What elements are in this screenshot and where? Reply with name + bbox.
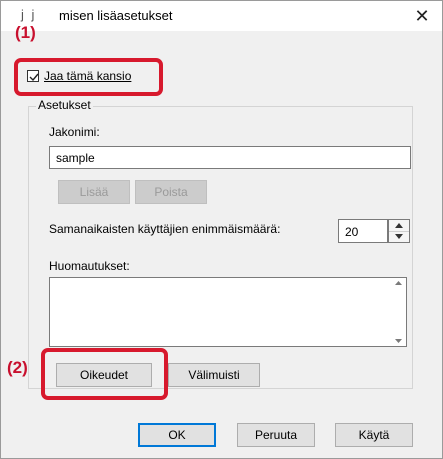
notes-label: Huomautukset: (49, 259, 130, 273)
max-users-spinner[interactable] (388, 219, 410, 243)
cache-button[interactable]: Välimuisti (168, 363, 260, 387)
settings-group-legend: Asetukset (36, 98, 93, 112)
close-icon[interactable]: ✕ (410, 4, 434, 28)
permissions-button[interactable]: Oikeudet (56, 363, 152, 387)
spin-down-button[interactable] (389, 231, 409, 242)
remove-button[interactable]: Poista (135, 180, 207, 204)
ok-button[interactable]: OK (138, 423, 216, 447)
max-users-input[interactable]: 20 (338, 219, 388, 243)
share-folder-checkbox[interactable] (27, 70, 39, 82)
cancel-button[interactable]: Peruuta (237, 423, 315, 447)
spin-down-arrow-icon (395, 234, 403, 239)
share-folder-label: Jaa tämä kansio (44, 69, 132, 83)
window-title: misen lisäasetukset (59, 8, 173, 23)
share-name-input[interactable]: sample (49, 146, 411, 169)
notes-textarea[interactable] (49, 277, 407, 347)
callout-1-label: (1) (15, 23, 36, 42)
add-button[interactable]: Lisää (58, 180, 130, 204)
advanced-sharing-dialog: j j misen lisäasetukset ✕ (1) Jaa tämä k… (0, 0, 443, 459)
apply-button[interactable]: Käytä (335, 423, 413, 447)
scroll-down-arrow-icon (395, 339, 402, 343)
share-name-label: Jakonimi: (49, 125, 100, 139)
title-prefix: j j (21, 7, 37, 22)
max-users-label: Samanaikaisten käyttäjien enimmäismäärä: (49, 222, 281, 236)
checkmark-icon (29, 73, 39, 82)
callout-2-label: (2) (7, 358, 28, 377)
scroll-up-arrow-icon (395, 281, 402, 285)
spin-up-arrow-icon (395, 223, 403, 228)
title-bar[interactable]: j j misen lisäasetukset ✕ (1, 1, 442, 31)
notes-scrollbar[interactable] (390, 278, 406, 346)
